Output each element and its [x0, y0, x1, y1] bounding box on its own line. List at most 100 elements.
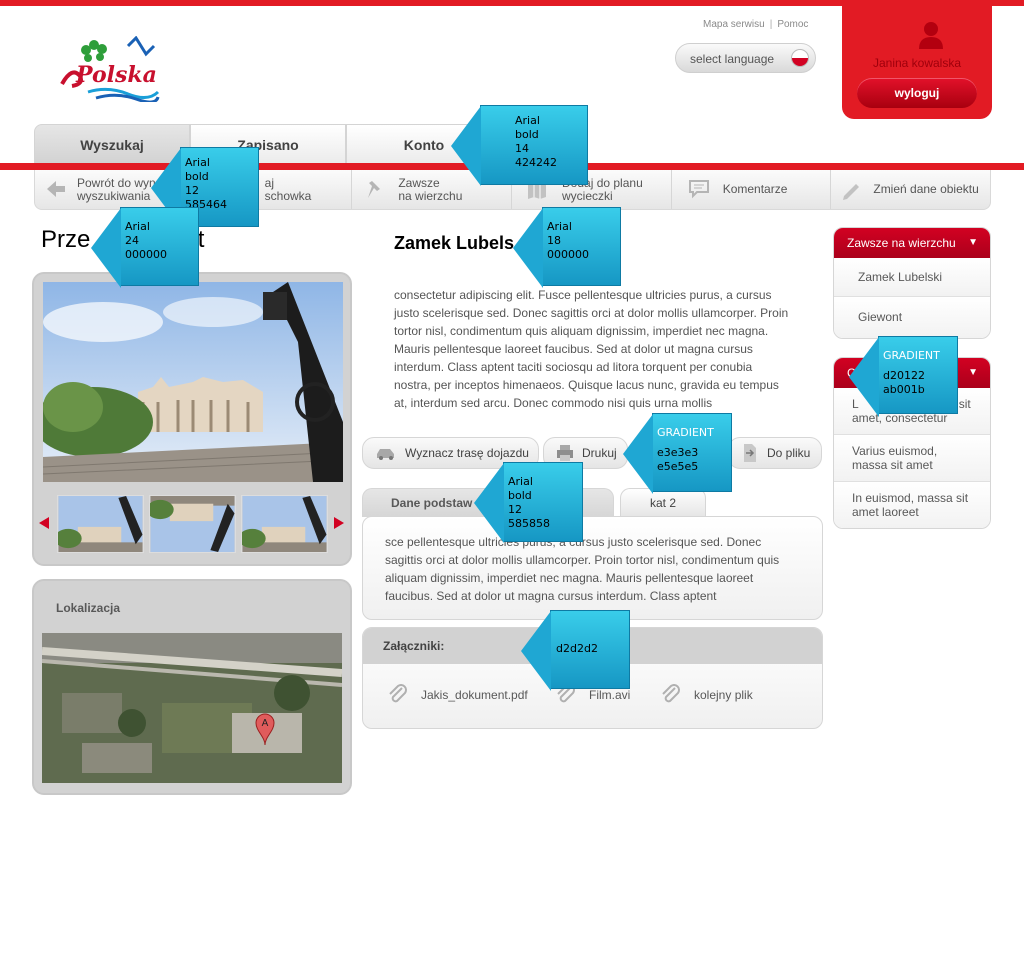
toolbar-label-3b: na wierzchu [398, 188, 463, 203]
location-map[interactable]: A [42, 633, 342, 783]
annotation-line: 18 [547, 234, 561, 247]
pinned-item[interactable]: Zamek Lubelski [834, 258, 990, 297]
annotation-line: Arial [185, 156, 210, 169]
link-separator: | [769, 19, 773, 30]
attachment-name: kolejny plik [694, 688, 753, 702]
annotation-line: e5e5e5 [657, 460, 699, 473]
side-item-line1-end: sit [958, 397, 971, 411]
print-label: Drukuj [582, 446, 617, 460]
annotation-line: 24 [125, 234, 139, 247]
details-panel: sce pellentesque ultricies purus, a curs… [362, 516, 823, 620]
annotation-line: 585858 [508, 517, 550, 530]
details-text: sce pellentesque ultricies purus, a curs… [385, 535, 780, 603]
annotation-line: GRADIENT [657, 426, 714, 439]
annotation-line: d20122 [883, 369, 925, 382]
annotation-line: e3e3e3 [657, 446, 699, 459]
main-tabs: Wyszukaj Zapisano Konto [34, 124, 504, 164]
map-marker-letter: A [262, 718, 269, 729]
pencil-icon [843, 184, 860, 200]
chevron-down-icon: ▼ [968, 237, 978, 248]
object-description: consectetur adipiscing elit. Fusce pelle… [394, 288, 789, 410]
toolbar-label-4b: wycieczki [562, 188, 613, 203]
pinned-title: Zawsze na wierzchu [847, 236, 956, 250]
pinned-item[interactable]: Giewont [834, 297, 990, 338]
annotation-line: 12 [185, 184, 199, 197]
annotation-line: 000000 [547, 248, 589, 261]
annotation-line: bold [508, 489, 532, 502]
thumbnail-2[interactable] [149, 495, 236, 553]
photo-gallery [32, 272, 352, 566]
side-item-line1: Varius euismod, [852, 444, 938, 458]
attachment-item[interactable]: Jakis_dokument.pdf [387, 684, 528, 706]
user-name: Janina kowalska [872, 56, 962, 70]
annotation-callout: Arial 18 000000 [513, 207, 621, 288]
annotation-callout: GRADIENT d20122 ab001b [849, 336, 958, 417]
side-item-line2: massa sit amet [852, 458, 933, 472]
annotation-callout: Arial 24 000000 [91, 207, 199, 288]
side-item-line1: In euismod, massa sit [852, 491, 969, 505]
car-icon [377, 449, 394, 460]
attachment-name: Jakis_dokument.pdf [421, 688, 528, 702]
location-panel: Lokalizacja A [32, 579, 352, 795]
location-title: Lokalizacja [56, 601, 121, 615]
attachment-item[interactable]: kolejny plik [660, 684, 753, 706]
language-select[interactable]: select language [675, 43, 816, 73]
toolbar-label-6: Zmień dane obiektu [873, 182, 979, 196]
annotation-line: 000000 [125, 248, 167, 261]
chevron-down-icon: ▼ [968, 367, 978, 378]
thumbnail-1[interactable] [57, 495, 144, 553]
toolbar-label-1b: wyszukiwania [77, 188, 151, 203]
side-list-item[interactable]: Varius euismod, massa sit amet [834, 435, 990, 482]
annotation-callout: Arial bold 14 424242 [451, 105, 588, 186]
toolbar-label-2b: schowka [264, 188, 312, 203]
help-link[interactable]: Pomoc [777, 19, 808, 30]
comment-icon [688, 180, 709, 199]
export-label: Do pliku [767, 446, 811, 460]
svg-text:Polska: Polska [75, 62, 157, 88]
export-file-icon [744, 444, 756, 462]
annotation-line: bold [515, 128, 539, 141]
side-list-item[interactable]: In euismod, massa sit amet laoreet [834, 482, 990, 528]
printer-icon [557, 445, 573, 461]
arrow-left-icon [47, 181, 65, 197]
annotation-line: 424242 [515, 156, 557, 169]
pinned-header[interactable]: Zawsze na wierzchu ▼ [834, 228, 990, 258]
gallery-next-arrow[interactable] [334, 517, 344, 529]
thumbnail-strip [57, 495, 329, 553]
polska-logo[interactable]: Polska [58, 35, 160, 104]
comments-button[interactable]: Komentarze [672, 170, 832, 209]
user-icon [919, 22, 943, 49]
attachment-name: Film.avi [589, 688, 631, 702]
main-photo[interactable] [43, 282, 343, 482]
pinned-panel: Zawsze na wierzchu ▼ Zamek Lubelski Giewo… [833, 227, 991, 339]
annotation-callout: GRADIENT e3e3e3 e5e5e5 [623, 413, 732, 494]
page-title-start: Prze [41, 226, 91, 253]
directions-label: Wyznacz trasę dojazdu [405, 446, 529, 460]
side-item-line2: amet laoreet [852, 505, 919, 519]
export-button[interactable]: Do pliku [728, 437, 822, 469]
annotation-line: Arial [125, 220, 150, 233]
gallery-prev-arrow[interactable] [39, 517, 49, 529]
paperclip-icon [662, 684, 680, 703]
annotation-callout: Arial bold 12 585858 [474, 462, 583, 543]
thumbnail-3[interactable] [241, 495, 328, 553]
site-map-link[interactable]: Mapa serwisu [703, 19, 765, 30]
annotation-line: Arial [508, 475, 533, 488]
annotation-line: d2d2d2 [556, 642, 598, 655]
language-select-label: select language [690, 52, 775, 66]
polish-flag-icon [791, 49, 809, 67]
annotation-line: GRADIENT [883, 349, 940, 362]
toolbar-label-5: Komentarze [722, 182, 788, 196]
annotation-line: Arial [547, 220, 572, 233]
annotation-line: bold [185, 170, 209, 183]
user-panel: Janina kowalska wyloguj [842, 0, 992, 119]
toolbar-label-1a: Powrót do wyn [77, 175, 156, 190]
logout-button[interactable]: wyloguj [857, 78, 977, 108]
object-title: Zamek Lubels [394, 233, 515, 253]
paperclip-icon [389, 684, 407, 703]
annotation-line: Arial [515, 114, 540, 127]
annotation-line: ab001b [883, 383, 925, 396]
pin-icon [368, 181, 381, 198]
edit-object-button[interactable]: Zmień dane obiektu [831, 170, 990, 209]
annotation-callout: d2d2d2 [521, 610, 630, 691]
